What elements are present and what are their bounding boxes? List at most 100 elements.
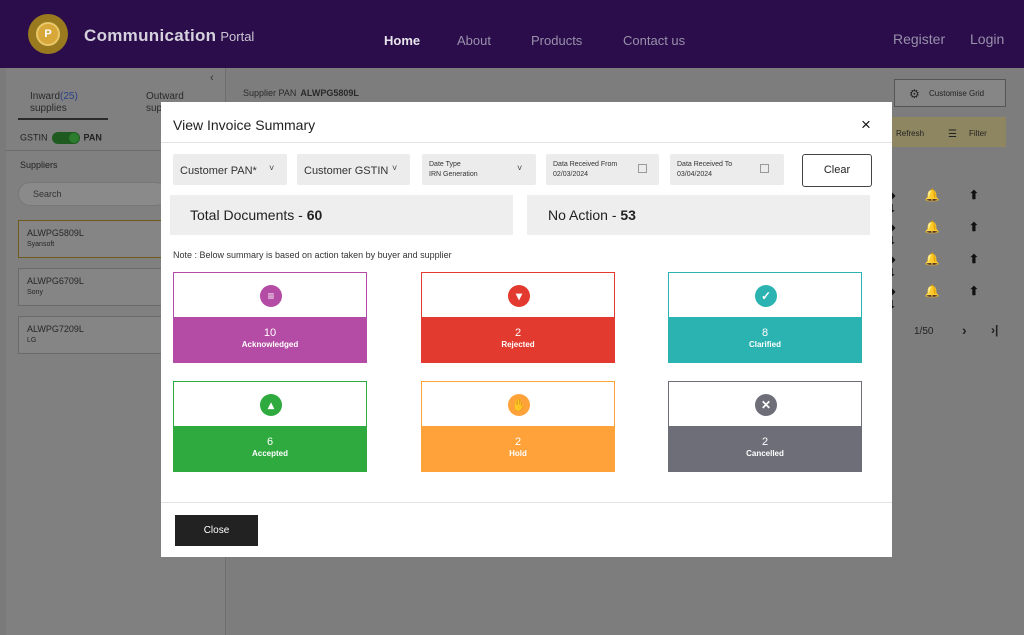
status-card-count: 2 bbox=[514, 436, 522, 448]
login-link[interactable]: Login bbox=[970, 31, 1004, 47]
status-card-accepted[interactable]: ▴ 6 Accepted bbox=[173, 381, 367, 472]
status-card-body: 6 Accepted bbox=[174, 426, 366, 472]
collapse-chevron-icon[interactable]: ‹ bbox=[210, 72, 214, 84]
divider bbox=[161, 142, 892, 143]
received-to-field: Data Received To 03/04/2024 bbox=[677, 160, 732, 180]
nav-contact[interactable]: Contact us bbox=[623, 33, 685, 48]
calendar-icon[interactable] bbox=[760, 164, 769, 173]
chevron-down-icon: ˅ bbox=[269, 163, 275, 173]
refresh-button[interactable]: Refresh bbox=[896, 129, 924, 138]
thumbs-down-icon: ▾ bbox=[508, 285, 530, 307]
suppliers-label: Suppliers bbox=[20, 160, 58, 170]
calendar-icon[interactable] bbox=[638, 164, 647, 173]
logo[interactable]: P bbox=[28, 14, 68, 54]
brand-name: Communication Portal bbox=[84, 26, 254, 46]
pan-label: PAN bbox=[83, 132, 102, 143]
status-card-label: Hold bbox=[509, 449, 527, 458]
x-circle-icon: ✕ bbox=[755, 394, 777, 416]
pager-text: 1/50 bbox=[914, 326, 934, 337]
date-type-value: IRN Generation bbox=[429, 171, 478, 178]
brand-rest: Portal bbox=[220, 29, 255, 44]
brand-bold: Communication bbox=[84, 26, 217, 45]
register-link[interactable]: Register bbox=[893, 31, 945, 47]
status-card-rejected[interactable]: ▾ 2 Rejected bbox=[421, 272, 615, 363]
supplier-pan: ALWPG6709L bbox=[27, 276, 84, 286]
nav-about[interactable]: About bbox=[457, 33, 491, 48]
status-card-label: Accepted bbox=[251, 449, 288, 458]
tab-active-underline bbox=[18, 118, 108, 120]
tab-inward-label: Inward bbox=[30, 91, 61, 102]
gstin-pan-toggle[interactable] bbox=[51, 132, 80, 144]
customer-gstin-label: Customer GSTIN bbox=[304, 165, 389, 177]
filter-button[interactable]: Filter bbox=[969, 129, 987, 138]
status-card-label: Clarified bbox=[748, 340, 781, 349]
no-action-label: No Action - bbox=[548, 207, 621, 223]
status-card-count: 2 bbox=[761, 436, 769, 448]
check-circle-icon: ✓ bbox=[755, 285, 777, 307]
supplier-search-input[interactable]: Search bbox=[18, 182, 168, 206]
thumbs-up-icon: ▴ bbox=[260, 394, 282, 416]
next-page-icon[interactable]: › bbox=[962, 322, 967, 338]
status-card-body: 2 Rejected bbox=[422, 317, 614, 363]
status-card-icon-area: ✕ bbox=[669, 382, 861, 426]
received-from-datepicker[interactable]: Data Received From 02/03/2024 bbox=[546, 154, 659, 185]
total-documents-box: Total Documents - 60 bbox=[170, 195, 513, 235]
tab-outward-sub: sup bbox=[146, 103, 163, 114]
chevron-down-icon: ˅ bbox=[517, 163, 523, 173]
received-from-label: Data Received From bbox=[553, 161, 618, 168]
top-nav-bar: P Communication Portal Home About Product… bbox=[0, 0, 1024, 68]
tab-inward-sub: supplies bbox=[30, 103, 67, 114]
supplier-pan: ALWPG7209L bbox=[27, 324, 84, 334]
close-button[interactable]: Close bbox=[175, 515, 258, 546]
status-card-count: 8 bbox=[761, 327, 769, 339]
last-page-icon[interactable]: ›| bbox=[991, 323, 998, 337]
status-card-label: Rejected bbox=[501, 340, 535, 349]
customer-pan-dropdown[interactable]: Customer PAN* ˅ bbox=[173, 154, 287, 185]
supplier-pan: ALWPG5809L bbox=[27, 228, 84, 238]
clear-button[interactable]: Clear bbox=[802, 154, 872, 187]
row-action-icons[interactable]: ◆ 🔔 ⬆ ⬇ bbox=[886, 220, 1024, 248]
status-card-acknowledged[interactable]: ≡ 10 Acknowledged bbox=[173, 272, 367, 363]
supplier-name: Syansoft bbox=[27, 241, 55, 248]
status-card-cancelled[interactable]: ✕ 2 Cancelled bbox=[668, 381, 862, 472]
no-action-box: No Action - 53 bbox=[527, 195, 870, 235]
received-to-datepicker[interactable]: Data Received To 03/04/2024 bbox=[670, 154, 784, 185]
no-action-value: 53 bbox=[620, 207, 636, 223]
status-card-count: 6 bbox=[266, 436, 274, 448]
row-action-icons[interactable]: ◆ 🔔 ⬆ ⬇ bbox=[886, 252, 1024, 280]
row-action-icons[interactable]: ◆ 🔔 ⬆ ⬇ bbox=[886, 284, 1024, 312]
tab-inward[interactable]: Inward(25) supplies bbox=[30, 91, 78, 115]
status-card-hold[interactable]: ✋ 2 Hold bbox=[421, 381, 615, 472]
date-type-label: Date Type bbox=[429, 161, 461, 168]
filter-sliders-icon[interactable]: ☰ bbox=[948, 129, 957, 140]
total-documents-label: Total Documents - bbox=[190, 207, 307, 223]
status-card-label: Cancelled bbox=[746, 449, 784, 458]
status-card-icon-area: ≡ bbox=[174, 273, 366, 317]
customise-grid-button[interactable]: ⚙ Customise Grid bbox=[894, 79, 1006, 107]
nav-products[interactable]: Products bbox=[531, 33, 582, 48]
supplier-pan-value: ALWPG5809L bbox=[300, 88, 359, 98]
total-documents-value: 60 bbox=[306, 207, 323, 223]
row-action-icons[interactable]: ◆ 🔔 ⬆ ⬇ bbox=[886, 188, 1024, 216]
customer-gstin-dropdown[interactable]: Customer GSTIN ˅ bbox=[297, 154, 410, 185]
status-card-body: 8 Clarified bbox=[669, 317, 861, 363]
date-type-dropdown[interactable]: Date Type IRN Generation ˅ bbox=[422, 154, 536, 185]
supplier-card[interactable]: ALWPG5809L Syansoft bbox=[18, 220, 168, 258]
logo-letter: P bbox=[36, 22, 60, 46]
supplier-pan-header: Supplier PAN ALWPG5809L bbox=[243, 88, 359, 98]
status-card-clarified[interactable]: ✓ 8 Clarified bbox=[668, 272, 862, 363]
supplier-card[interactable]: ALWPG6709L Sony bbox=[18, 268, 168, 306]
customise-grid-label: Customise Grid bbox=[929, 89, 985, 98]
divider bbox=[161, 502, 892, 503]
status-card-count: 2 bbox=[514, 327, 522, 339]
close-icon[interactable]: × bbox=[861, 115, 871, 135]
received-to-label: Data Received To bbox=[677, 161, 733, 168]
nav-home[interactable]: Home bbox=[384, 33, 420, 48]
tab-outward-label: Outward bbox=[146, 91, 184, 102]
list-check-icon: ≡ bbox=[260, 285, 282, 307]
invoice-summary-modal: View Invoice Summary × Customer PAN* ˅ C… bbox=[161, 102, 892, 557]
hand-stop-icon: ✋ bbox=[508, 394, 530, 416]
supplier-card[interactable]: ALWPG7209L LG bbox=[18, 316, 168, 354]
status-card-icon-area: ▾ bbox=[422, 273, 614, 317]
status-card-icon-area: ✋ bbox=[422, 382, 614, 426]
